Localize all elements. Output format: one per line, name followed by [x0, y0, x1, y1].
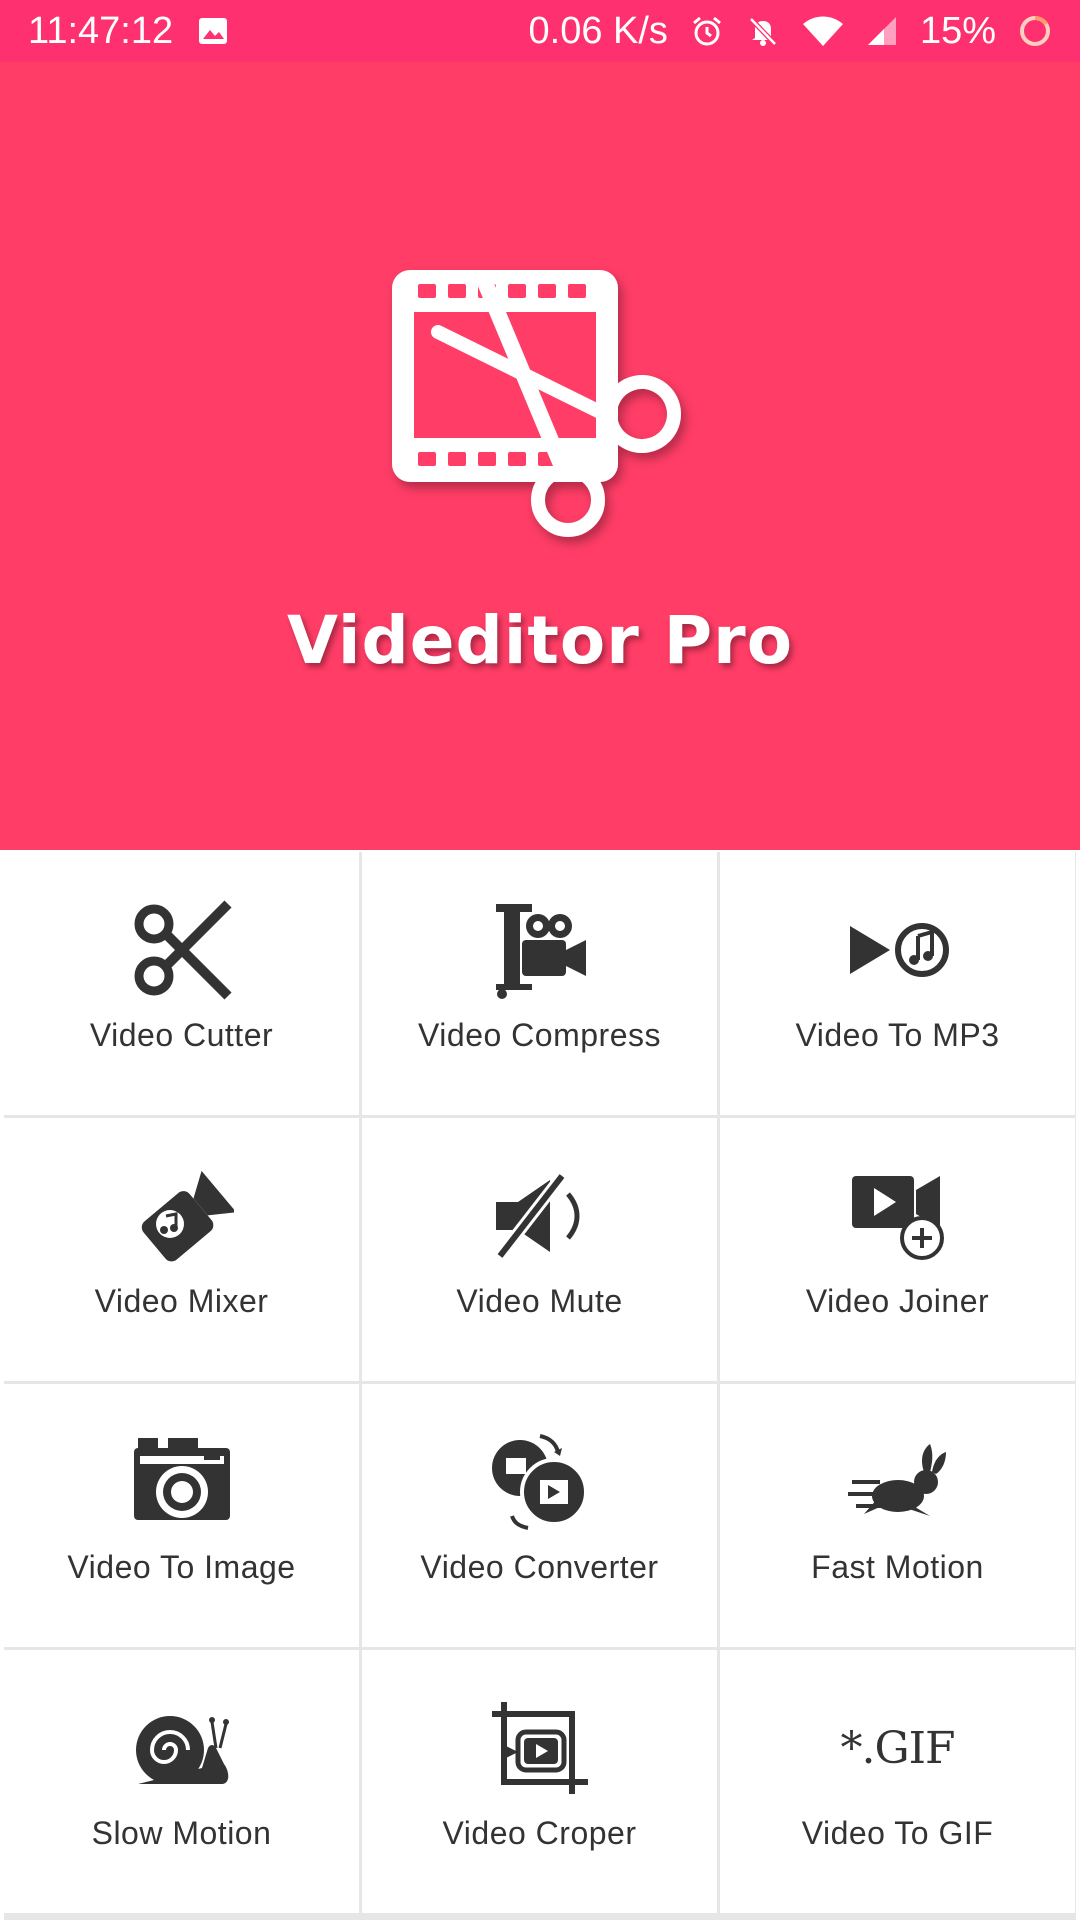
tool-label: Video Cutter: [89, 1017, 274, 1053]
tool-video-compress[interactable]: Video Compress: [362, 852, 717, 1115]
app-name: Videditor Pro: [286, 602, 794, 679]
gif-icon: *.GIF: [840, 1698, 955, 1798]
crop-video-icon: [485, 1698, 595, 1798]
wifi-icon: [802, 14, 844, 48]
tool-video-joiner[interactable]: Video Joiner: [720, 1118, 1075, 1381]
alarm-icon: [690, 14, 724, 48]
snail-icon: [127, 1698, 237, 1798]
tool-video-converter[interactable]: Video Converter: [362, 1384, 717, 1647]
signal-icon: [866, 15, 898, 47]
tool-video-to-image[interactable]: Video To Image: [4, 1384, 359, 1647]
tool-label: Video Croper: [442, 1815, 637, 1851]
tool-fast-motion[interactable]: Fast Motion: [720, 1384, 1075, 1647]
mute-icon: [485, 1166, 595, 1266]
video-add-icon: [843, 1166, 953, 1266]
gif-icon-text: *.GIF: [840, 1722, 955, 1774]
network-speed: 0.06 K/s: [528, 9, 668, 52]
tool-label: Video Converter: [420, 1549, 659, 1585]
tools-grid: Video Cutter Video Compress Video To MP3…: [4, 852, 1076, 1920]
tool-video-mute[interactable]: Video Mute: [362, 1118, 717, 1381]
tool-label: Video Joiner: [805, 1283, 990, 1319]
photo-camera-icon: [127, 1432, 237, 1532]
tool-video-croper[interactable]: Video Croper: [362, 1650, 717, 1913]
tool-label: Video Mixer: [94, 1283, 269, 1319]
scissors-icon: [127, 900, 237, 1000]
notifications-off-icon: [746, 14, 780, 48]
tool-video-mixer[interactable]: Video Mixer: [4, 1118, 359, 1381]
tool-label: Video Compress: [418, 1017, 661, 1053]
tool-label: Video To MP3: [795, 1017, 1000, 1053]
tool-label: Video Mute: [456, 1283, 623, 1319]
tool-label: Video To GIF: [801, 1815, 994, 1851]
image-icon: [197, 15, 229, 47]
tool-video-cutter[interactable]: Video Cutter: [4, 852, 359, 1115]
play-music-icon: [843, 900, 953, 1000]
battery-percent: 15%: [919, 9, 996, 52]
battery-ring-icon: [1018, 14, 1052, 48]
tool-label: Fast Motion: [811, 1549, 984, 1585]
tool-slow-motion[interactable]: Slow Motion: [4, 1650, 359, 1913]
tool-video-to-mp3[interactable]: Video To MP3: [720, 852, 1075, 1115]
app-header-banner: Videditor Pro: [0, 62, 1080, 850]
tool-label: Video To Image: [67, 1549, 296, 1585]
camera-music-icon: [127, 1166, 237, 1266]
tool-label: Slow Motion: [91, 1815, 272, 1851]
convert-video-icon: [485, 1432, 595, 1532]
film-scissors-icon: [380, 262, 700, 592]
rabbit-icon: [843, 1432, 953, 1532]
status-time: 11:47:12: [28, 9, 174, 52]
tool-video-to-gif[interactable]: *.GIF Video To GIF: [720, 1650, 1075, 1913]
status-bar: 11:47:12 0.06 K/s 15%: [0, 0, 1080, 62]
clamp-camera-icon: [485, 900, 595, 1000]
